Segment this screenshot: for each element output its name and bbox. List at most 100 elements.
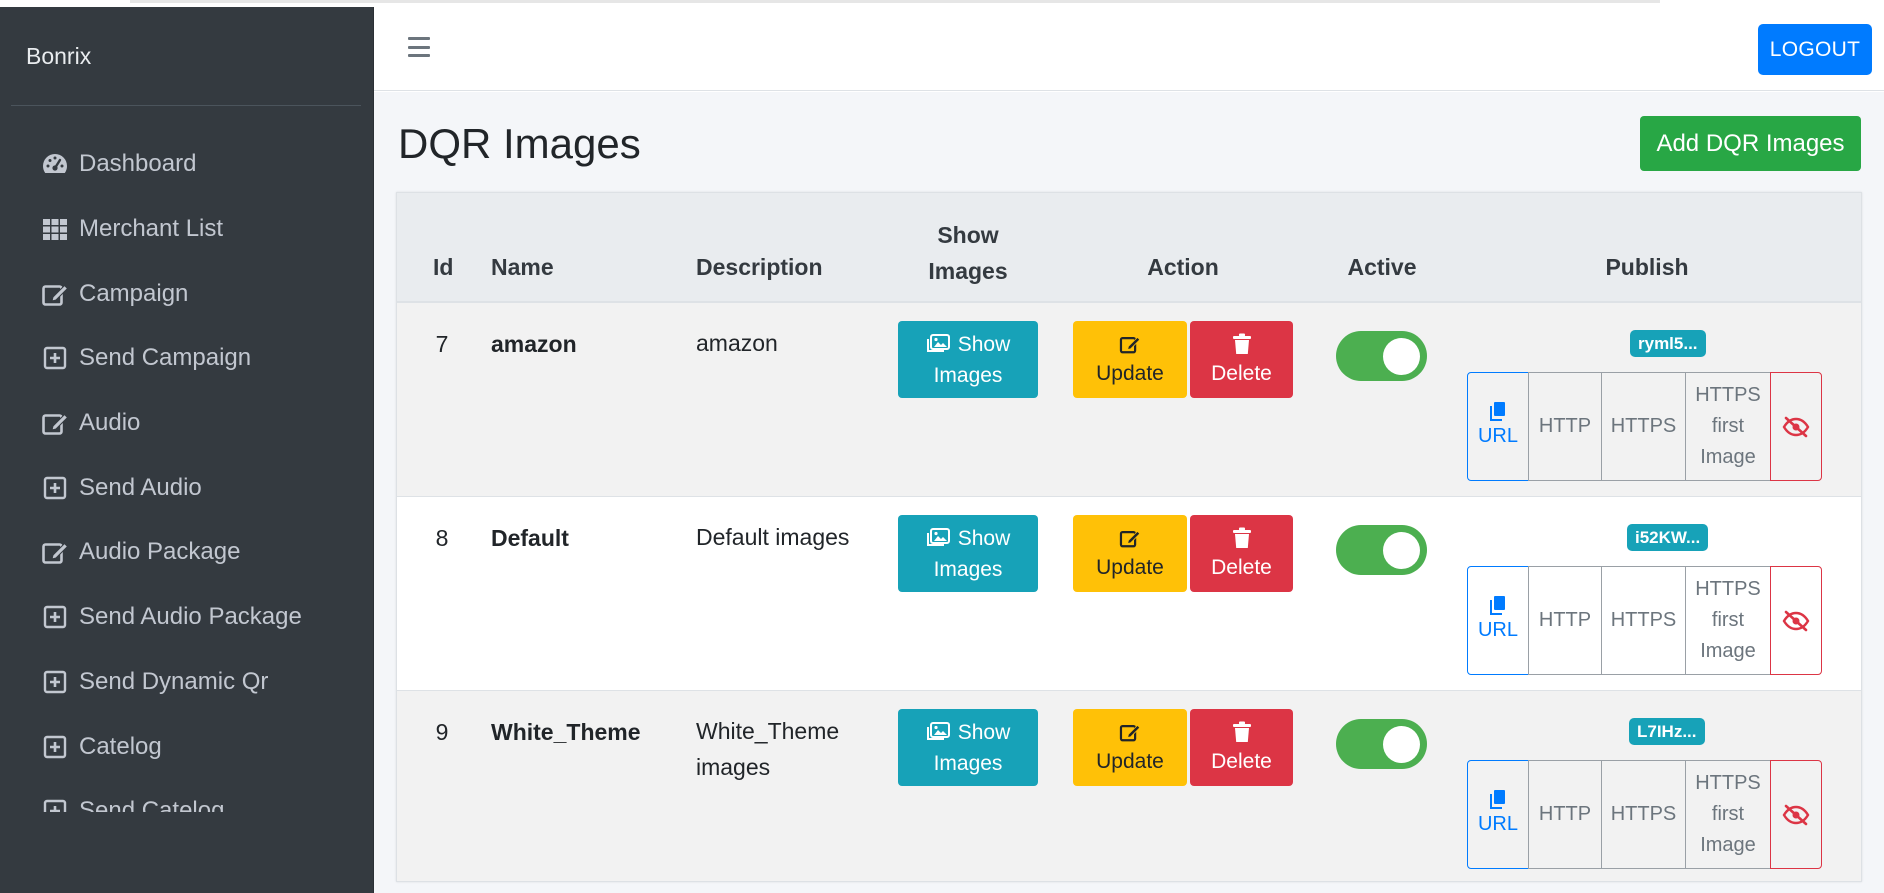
update-button[interactable]: Update — [1073, 515, 1187, 592]
http-button[interactable]: HTTP — [1528, 566, 1602, 675]
publish-token-badge: ryml5... — [1630, 330, 1706, 357]
https-button[interactable]: HTTPS — [1601, 566, 1686, 675]
sidebar-item-send-audio-package[interactable]: Send Audio Package — [0, 585, 374, 650]
active-toggle[interactable] — [1336, 719, 1427, 769]
table-row: 9 White_Theme White_Theme images Show Im… — [397, 691, 1861, 881]
plus-square-icon — [40, 343, 70, 373]
copy-icon — [1490, 402, 1505, 421]
sidebar-item-send-audio[interactable]: Send Audio — [0, 455, 374, 520]
sidebar-nav: Dashboard Merchant List Campaign Send Ca… — [0, 132, 374, 812]
toggle-knob — [1383, 532, 1420, 569]
row-name: amazon — [491, 331, 577, 357]
https-first-image-button[interactable]: HTTPS first Image — [1685, 566, 1771, 675]
table-header: Id Name Description Show Images Action A… — [397, 193, 1861, 303]
eye-slash-icon — [1782, 416, 1810, 437]
sidebar-item-label: Send Catelog — [79, 797, 225, 812]
http-button[interactable]: HTTP — [1528, 760, 1602, 869]
logout-button[interactable]: LOGOUT — [1758, 24, 1872, 75]
sidebar-item-send-dynamic-qr[interactable]: Send Dynamic Qr — [0, 650, 374, 715]
column-header-action: Action — [1147, 254, 1219, 280]
copy-url-button[interactable]: URL — [1467, 760, 1529, 869]
https-button[interactable]: HTTPS — [1601, 372, 1686, 481]
https-first-image-button[interactable]: HTTPS first Image — [1685, 760, 1771, 869]
sidebar-item-campaign[interactable]: Campaign — [0, 261, 374, 326]
brand-name[interactable]: Bonrix — [26, 43, 91, 70]
row-name: White_Theme — [491, 719, 641, 745]
column-header-description: Description — [696, 254, 823, 280]
grid-icon — [40, 214, 70, 244]
eye-slash-icon — [1782, 804, 1810, 825]
plus-square-icon — [40, 473, 70, 503]
sidebar-item-send-catelog[interactable]: Send Catelog — [0, 779, 374, 812]
column-header-id: Id — [433, 254, 454, 280]
sidebar-item-label: Send Campaign — [79, 344, 252, 372]
hamburger-menu-icon[interactable] — [408, 37, 430, 57]
show-images-button[interactable]: Show Images — [898, 709, 1038, 786]
plus-square-icon — [40, 796, 70, 812]
plus-square-icon — [40, 667, 70, 697]
active-toggle[interactable] — [1336, 331, 1427, 381]
https-first-image-button[interactable]: HTTPS first Image — [1685, 372, 1771, 481]
row-description: amazon — [696, 330, 778, 356]
sidebar-item-merchant-list[interactable]: Merchant List — [0, 197, 374, 262]
plus-square-icon — [40, 732, 70, 762]
trash-icon — [1232, 527, 1251, 548]
sidebar-item-label: Send Dynamic Qr — [79, 667, 269, 695]
plus-square-icon — [40, 602, 70, 632]
trash-icon — [1232, 721, 1251, 742]
sidebar-item-label: Campaign — [79, 279, 189, 307]
sidebar-item-label: Catelog — [79, 732, 162, 760]
sidebar-item-catelog[interactable]: Catelog — [0, 714, 374, 779]
unpublish-button[interactable] — [1770, 372, 1822, 481]
publish-token-badge: i52KW... — [1627, 524, 1709, 551]
sidebar-item-label: Dashboard — [79, 150, 197, 178]
dashboard-icon — [40, 149, 70, 179]
sidebar-item-audio[interactable]: Audio — [0, 391, 374, 456]
publish-token-badge: L7IHz... — [1629, 718, 1705, 745]
show-images-button[interactable]: Show Images — [898, 515, 1038, 592]
trash-icon — [1232, 333, 1251, 354]
add-dqr-images-button[interactable]: Add DQR Images — [1640, 116, 1861, 171]
delete-button[interactable]: Delete — [1190, 321, 1293, 398]
sidebar-item-send-campaign[interactable]: Send Campaign — [0, 326, 374, 391]
toggle-knob — [1383, 338, 1420, 375]
column-header-show-images-line1: Show — [937, 222, 999, 248]
column-header-name: Name — [491, 254, 554, 280]
https-button[interactable]: HTTPS — [1601, 760, 1686, 869]
edit-icon — [40, 279, 70, 309]
copy-url-button[interactable]: URL — [1467, 372, 1529, 481]
brand-divider — [11, 105, 361, 106]
unpublish-button[interactable] — [1770, 760, 1822, 869]
row-description: White_Theme images — [696, 718, 840, 780]
edit-icon — [1119, 530, 1141, 548]
active-toggle[interactable] — [1336, 525, 1427, 575]
update-button[interactable]: Update — [1073, 321, 1187, 398]
update-button[interactable]: Update — [1073, 709, 1187, 786]
row-name: Default — [491, 525, 569, 551]
top-strip — [0, 0, 1884, 7]
table-row: 8 Default Default images Show Images Upd… — [397, 497, 1861, 691]
edit-icon — [40, 408, 70, 438]
edit-icon — [40, 537, 70, 567]
row-id: 8 — [435, 525, 449, 551]
show-images-button[interactable]: Show Images — [898, 321, 1038, 398]
copy-icon — [1490, 596, 1505, 615]
copy-icon — [1490, 790, 1505, 809]
top-navbar: LOGOUT — [374, 7, 1884, 91]
unpublish-button[interactable] — [1770, 566, 1822, 675]
delete-button[interactable]: Delete — [1190, 709, 1293, 786]
edit-icon — [1119, 336, 1141, 354]
http-button[interactable]: HTTP — [1528, 372, 1602, 481]
toggle-knob — [1383, 726, 1420, 763]
sidebar-item-audio-package[interactable]: Audio Package — [0, 520, 374, 585]
images-icon — [926, 528, 950, 546]
column-header-show-images: Show Images — [898, 217, 1038, 289]
sidebar-item-label: Audio — [79, 409, 141, 437]
publish-button-group: URL HTTP HTTPS HTTPS first Image — [1467, 372, 1822, 481]
publish-button-group: URL HTTP HTTPS HTTPS first Image — [1467, 760, 1822, 869]
delete-button[interactable]: Delete — [1190, 515, 1293, 592]
sidebar-item-label: Send Audio — [79, 473, 202, 501]
sidebar-item-dashboard[interactable]: Dashboard — [0, 132, 374, 197]
copy-url-button[interactable]: URL — [1467, 566, 1529, 675]
page-title: DQR Images — [398, 120, 641, 167]
